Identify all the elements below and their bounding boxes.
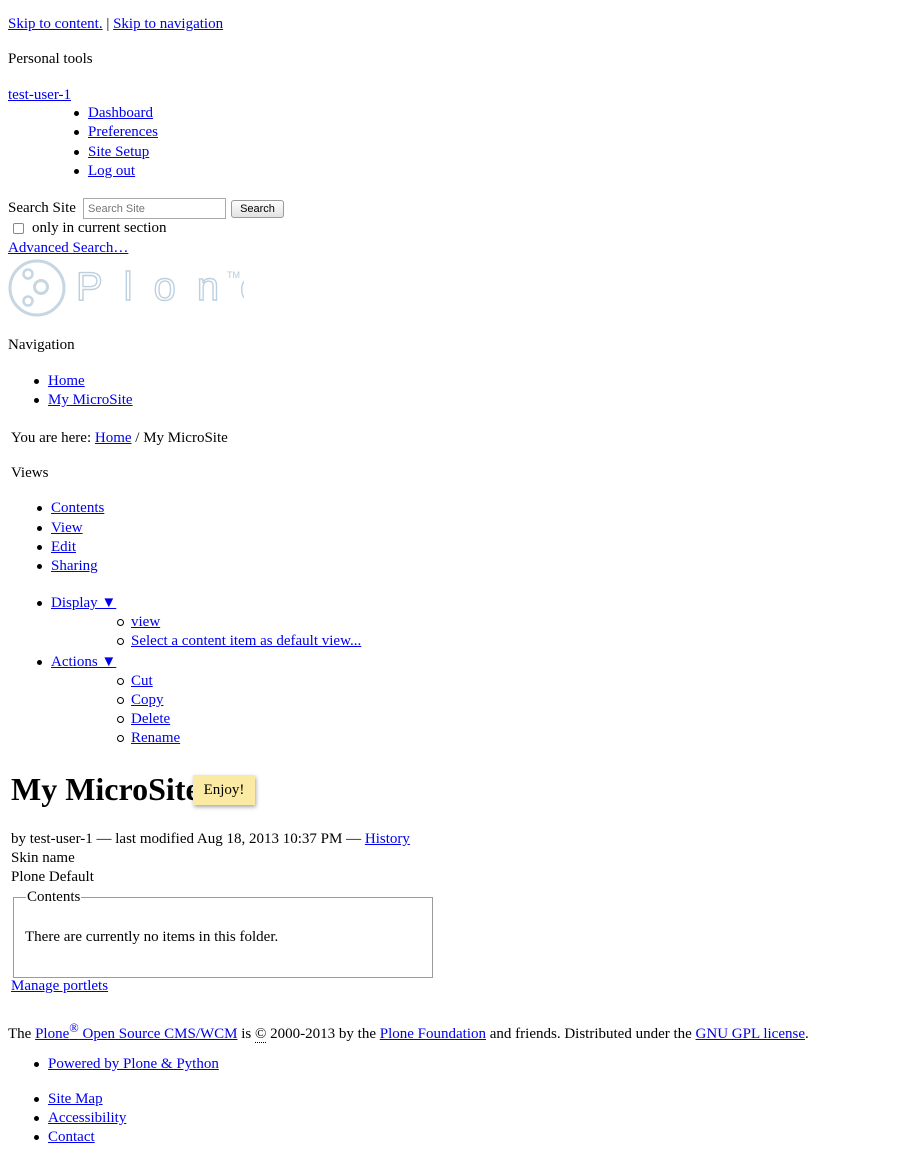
search-button[interactable]: Search [231, 200, 284, 218]
copyright-symbol: © [255, 1026, 267, 1043]
plone-logo-mark: Plone TM [8, 259, 263, 317]
plone-logo[interactable]: Plone TM [8, 259, 263, 317]
action-item-cut: Cut [117, 672, 153, 691]
view-tab-link[interactable]: View [51, 520, 83, 536]
nav-item-my-microsite: My MicroSite [34, 391, 133, 410]
action-item-rename: Rename [116, 729, 180, 748]
display-item-default-view: Select a content item as default view... [116, 632, 361, 651]
display-view-link[interactable]: view [131, 614, 160, 630]
contact-link[interactable]: Contact [48, 1129, 95, 1145]
only-current-section-label: only in current section [32, 220, 167, 236]
search-input[interactable] [83, 198, 226, 219]
gpl-license-link[interactable]: GNU GPL license [696, 1026, 805, 1042]
registered-mark: ® [69, 1021, 79, 1035]
site-action-contact: Contact [34, 1128, 95, 1147]
views-heading: Views [11, 465, 49, 481]
document-byline: by test-user-1 — last modified Aug 18, 2… [11, 830, 410, 849]
plone-link-label: Plone [35, 1026, 70, 1042]
plone-foundation-link[interactable]: Plone Foundation [380, 1026, 486, 1042]
tab-sharing: Sharing [37, 557, 98, 576]
accessibility-link[interactable]: Accessibility [48, 1110, 126, 1126]
nav-home-link[interactable]: Home [48, 373, 85, 389]
plone-logo-tm: TM [227, 270, 240, 280]
log-out-link[interactable]: Log out [88, 163, 135, 179]
action-item-copy: Copy [117, 691, 164, 710]
skin-name-label: Skin name [11, 850, 75, 866]
tab-edit: Edit [37, 538, 76, 557]
breadcrumb-separator: / [135, 430, 140, 446]
advanced-search-link[interactable]: Advanced Search… [8, 239, 128, 258]
skip-to-content-link[interactable]: Skip to content. [8, 16, 103, 32]
user-menu-link[interactable]: test-user-1 [8, 86, 71, 105]
rename-action-link[interactable]: Rename [131, 730, 180, 746]
personal-tools-item-preferences: Preferences [74, 123, 158, 142]
skip-to-navigation-link[interactable]: Skip to navigation [113, 16, 223, 32]
plone-link[interactable]: Plone® Open Source CMS/WCM [35, 1021, 238, 1042]
open-source-label: Open Source CMS/WCM [82, 1026, 238, 1042]
breadcrumb-current: My MicroSite [143, 430, 228, 446]
personal-tools-item-dashboard: Dashboard [74, 104, 153, 123]
footer-colophon: The Plone® Open Source CMS/WCM is © 2000… [8, 1019, 809, 1044]
footer-is: is [241, 1026, 252, 1042]
powered-by-item: Powered by Plone & Python [34, 1055, 219, 1074]
breadcrumb-home-link[interactable]: Home [95, 430, 132, 446]
display-menu: Display ▼ [36, 594, 116, 613]
tab-contents: Contents [36, 499, 104, 518]
personal-tools-heading: Personal tools [8, 51, 93, 67]
display-menu-toggle[interactable]: Display ▼ [51, 595, 116, 611]
sharing-tab-link[interactable]: Sharing [51, 558, 98, 574]
empty-folder-message: There are currently no items in this fol… [25, 929, 279, 945]
personal-tools-item-log-out: Log out [73, 162, 135, 181]
skip-links-separator: | [106, 16, 110, 32]
skin-name-value: Plone Default [11, 869, 94, 885]
byline-author: by test-user-1 [11, 831, 93, 847]
navigation-heading: Navigation [8, 337, 75, 353]
preferences-link[interactable]: Preferences [88, 124, 158, 140]
action-item-delete: Delete [116, 710, 170, 729]
breadcrumb: You are here: Home / My MicroSite [11, 429, 228, 448]
nav-item-home: Home [34, 372, 85, 391]
byline-dash: — [346, 831, 362, 847]
breadcrumb-prefix: You are here: [11, 430, 92, 446]
edit-tab-link[interactable]: Edit [51, 539, 76, 555]
contents-tab-link[interactable]: Contents [51, 500, 104, 516]
contents-legend: Contents [26, 888, 82, 907]
actions-menu: Actions ▼ [36, 653, 116, 672]
powered-by-link[interactable]: Powered by Plone & Python [48, 1056, 219, 1072]
site-action-site-map: Site Map [34, 1090, 103, 1109]
tooltip: Enjoy! [193, 775, 255, 805]
dashboard-link[interactable]: Dashboard [88, 105, 153, 121]
history-link[interactable]: History [365, 831, 410, 847]
select-default-view-link[interactable]: Select a content item as default view... [131, 633, 361, 649]
site-setup-link[interactable]: Site Setup [88, 144, 149, 160]
footer-the: The [8, 1026, 32, 1042]
byline-modified: last modified Aug 18, 2013 10:37 PM [115, 831, 343, 847]
search-label: Search Site [8, 200, 76, 216]
manage-portlets-link[interactable]: Manage portlets [11, 977, 108, 996]
page-title: My MicroSite [11, 771, 200, 807]
personal-tools-item-site-setup: Site Setup [73, 143, 149, 162]
footer-period: . [804, 1026, 809, 1042]
cut-action-link[interactable]: Cut [131, 673, 153, 689]
only-current-section-checkbox[interactable] [13, 223, 24, 234]
site-action-accessibility: Accessibility [33, 1109, 126, 1128]
display-item-view: view [116, 613, 160, 632]
tab-view: View [37, 519, 83, 538]
site-map-link[interactable]: Site Map [48, 1091, 103, 1107]
actions-menu-toggle[interactable]: Actions ▼ [51, 654, 116, 670]
plone-logo-text: Plone [76, 265, 244, 309]
byline-dash: — [96, 831, 112, 847]
footer-friends: and friends. Distributed under the [489, 1026, 692, 1042]
delete-action-link[interactable]: Delete [131, 711, 170, 727]
nav-my-microsite-link[interactable]: My MicroSite [48, 392, 133, 408]
footer-years: 2000-2013 by the [270, 1026, 376, 1042]
copy-action-link[interactable]: Copy [131, 692, 164, 708]
skip-links: Skip to content. | Skip to navigation [8, 15, 223, 34]
